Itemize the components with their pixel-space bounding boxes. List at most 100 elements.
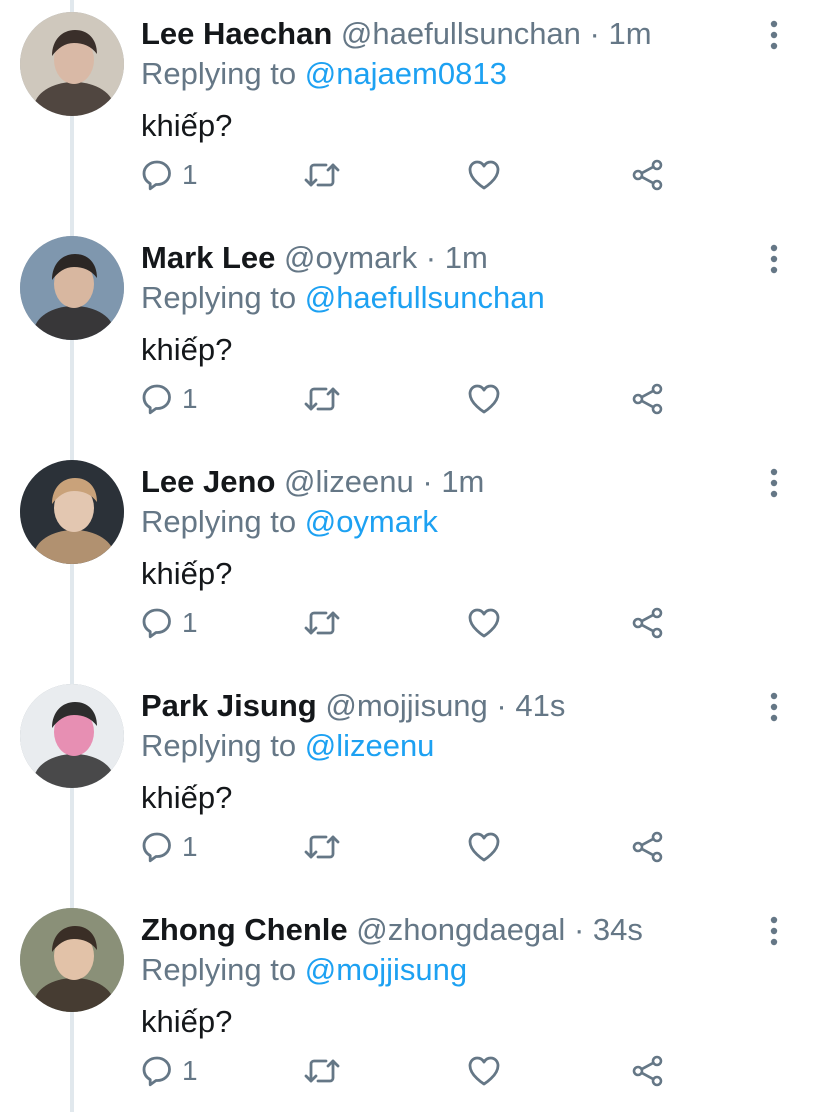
replying-to-label: Replying to: [141, 952, 297, 987]
share-button[interactable]: [630, 150, 666, 200]
user-handle[interactable]: @zhongdaegal: [356, 912, 565, 947]
more-vertical-icon[interactable]: [760, 466, 788, 502]
retweet-icon: [302, 605, 342, 641]
heart-icon: [466, 157, 502, 193]
share-button[interactable]: [630, 1046, 666, 1096]
replying-to-label: Replying to: [141, 280, 297, 315]
display-name[interactable]: Lee Haechan: [141, 16, 332, 51]
display-name[interactable]: Zhong Chenle: [141, 912, 348, 947]
share-icon: [630, 157, 666, 193]
separator-dot: ·: [573, 912, 585, 947]
share-button[interactable]: [630, 598, 666, 648]
retweet-icon: [302, 381, 342, 417]
replying-to-line: Replying to @haefullsunchan: [141, 280, 545, 316]
share-icon: [630, 381, 666, 417]
share-button[interactable]: [630, 374, 666, 424]
timestamp[interactable]: 1m: [609, 16, 652, 51]
action-bar: 1: [0, 1046, 828, 1096]
reply-icon: [140, 381, 176, 417]
retweet-button[interactable]: [302, 1046, 342, 1096]
tweet[interactable]: Park Jisung @mojjisung · 41s Replying to…: [0, 672, 828, 896]
display-name[interactable]: Mark Lee: [141, 240, 275, 275]
like-button[interactable]: [466, 1046, 502, 1096]
tweet[interactable]: Zhong Chenle @zhongdaegal · 34s Replying…: [0, 896, 828, 1120]
mention-link[interactable]: @lizeenu: [305, 728, 435, 763]
avatar[interactable]: [20, 460, 124, 564]
tweet-header: Lee Jeno @lizeenu · 1m: [141, 464, 484, 500]
share-icon: [630, 605, 666, 641]
retweet-button[interactable]: [302, 822, 342, 872]
retweet-button[interactable]: [302, 374, 342, 424]
reply-button[interactable]: 1: [140, 598, 198, 648]
replying-to-line: Replying to @mojjisung: [141, 952, 467, 988]
like-button[interactable]: [466, 598, 502, 648]
timestamp[interactable]: 1m: [441, 464, 484, 499]
replying-to-line: Replying to @najaem0813: [141, 56, 507, 92]
tweet-text: khiếp?: [141, 780, 233, 815]
more-vertical-icon[interactable]: [760, 18, 788, 54]
tweet-text: khiếp?: [141, 1004, 233, 1039]
reply-count: 1: [182, 1055, 198, 1086]
replying-to-label: Replying to: [141, 728, 297, 763]
reply-icon: [140, 157, 176, 193]
avatar[interactable]: [20, 236, 124, 340]
tweet[interactable]: Lee Jeno @lizeenu · 1m Replying to @oyma…: [0, 448, 828, 672]
retweet-button[interactable]: [302, 598, 342, 648]
action-bar: 1: [0, 374, 828, 424]
display-name[interactable]: Lee Jeno: [141, 464, 275, 499]
retweet-button[interactable]: [302, 150, 342, 200]
replying-to-line: Replying to @lizeenu: [141, 728, 434, 764]
heart-icon: [466, 1053, 502, 1089]
like-button[interactable]: [466, 150, 502, 200]
heart-icon: [466, 381, 502, 417]
display-name[interactable]: Park Jisung: [141, 688, 317, 723]
more-vertical-icon[interactable]: [760, 242, 788, 278]
avatar[interactable]: [20, 908, 124, 1012]
tweet-header: Park Jisung @mojjisung · 41s: [141, 688, 565, 724]
avatar[interactable]: [20, 684, 124, 788]
tweet[interactable]: Mark Lee @oymark · 1m Replying to @haefu…: [0, 224, 828, 448]
retweet-icon: [302, 1053, 342, 1089]
reply-count: 1: [182, 159, 198, 190]
more-vertical-icon[interactable]: [760, 914, 788, 950]
timestamp[interactable]: 41s: [515, 688, 565, 723]
tweet[interactable]: Lee Haechan @haefullsunchan · 1m Replyin…: [0, 0, 828, 224]
reply-button[interactable]: 1: [140, 1046, 198, 1096]
retweet-icon: [302, 157, 342, 193]
tweet-header: Zhong Chenle @zhongdaegal · 34s: [141, 912, 643, 948]
action-bar: 1: [0, 598, 828, 648]
separator-dot: ·: [496, 688, 507, 723]
reply-count: 1: [182, 383, 198, 414]
share-icon: [630, 1053, 666, 1089]
mention-link[interactable]: @mojjisung: [305, 952, 467, 987]
more-vertical-icon[interactable]: [760, 690, 788, 726]
like-button[interactable]: [466, 822, 502, 872]
reply-button[interactable]: 1: [140, 150, 198, 200]
action-bar: 1: [0, 822, 828, 872]
reply-icon: [140, 605, 176, 641]
reply-icon: [140, 829, 176, 865]
separator-dot: ·: [425, 240, 437, 275]
share-button[interactable]: [630, 822, 666, 872]
mention-link[interactable]: @haefullsunchan: [305, 280, 545, 315]
replying-to-label: Replying to: [141, 504, 297, 539]
avatar[interactable]: [20, 12, 124, 116]
tweet-text: khiếp?: [141, 332, 233, 367]
user-handle[interactable]: @lizeenu: [284, 464, 414, 499]
user-handle[interactable]: @haefullsunchan: [341, 16, 581, 51]
like-button[interactable]: [466, 374, 502, 424]
reply-button[interactable]: 1: [140, 822, 198, 872]
action-bar: 1: [0, 150, 828, 200]
reply-count: 1: [182, 831, 198, 862]
share-icon: [630, 829, 666, 865]
user-handle[interactable]: @oymark: [284, 240, 417, 275]
user-handle[interactable]: @mojjisung: [325, 688, 487, 723]
tweet-text: khiếp?: [141, 556, 233, 591]
mention-link[interactable]: @najaem0813: [305, 56, 507, 91]
reply-icon: [140, 1053, 176, 1089]
mention-link[interactable]: @oymark: [305, 504, 438, 539]
separator-dot: ·: [422, 464, 433, 499]
reply-button[interactable]: 1: [140, 374, 198, 424]
timestamp[interactable]: 1m: [445, 240, 488, 275]
timestamp[interactable]: 34s: [593, 912, 643, 947]
